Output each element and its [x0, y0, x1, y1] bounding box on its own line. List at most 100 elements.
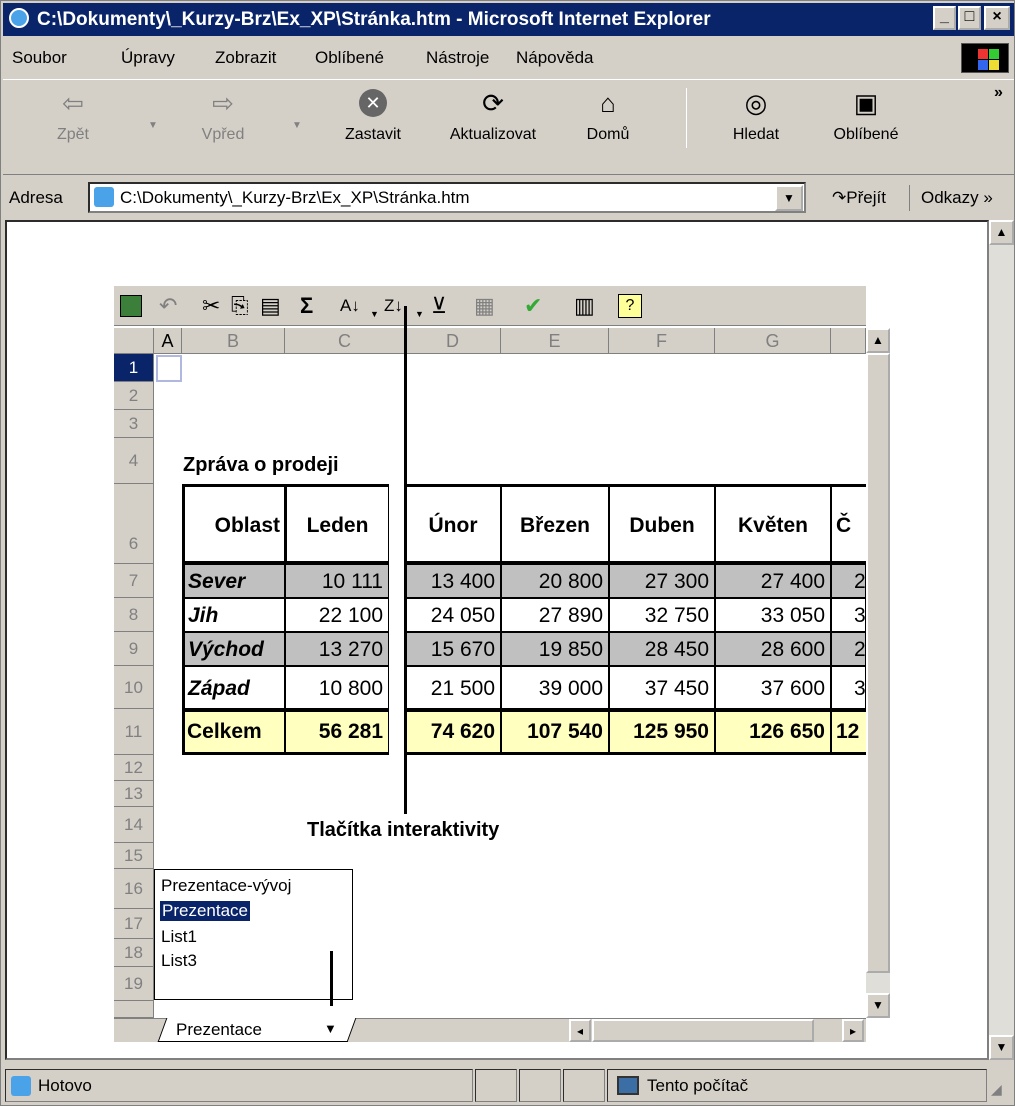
- column-header-h[interactable]: [831, 328, 866, 354]
- undo-icon[interactable]: ↶: [159, 292, 177, 320]
- total-duben: 125 950: [609, 709, 715, 755]
- active-cell-a1[interactable]: [156, 355, 182, 382]
- row-header-20[interactable]: [114, 1001, 154, 1018]
- sheet-tab-dropdown-icon[interactable]: ▼: [324, 1021, 337, 1036]
- row-header-18[interactable]: 18: [114, 939, 154, 967]
- back-button[interactable]: ⇦ Zpět: [43, 88, 103, 144]
- stop-button[interactable]: ✕ Zastavit: [328, 88, 418, 144]
- sheet-scrollbar[interactable]: ▲ ▼: [866, 328, 890, 1018]
- home-button[interactable]: ⌂ Domů: [573, 88, 643, 144]
- forward-button[interactable]: ⇨ Vpřed: [183, 88, 263, 144]
- hscroll-thumb[interactable]: [592, 1019, 814, 1042]
- report-title: Zpráva o prodeji: [183, 454, 339, 476]
- maximize-button[interactable]: □: [958, 6, 981, 30]
- row-header-8[interactable]: 8: [114, 598, 154, 632]
- header-unor: Únor: [405, 484, 501, 564]
- row-header-15[interactable]: 15: [114, 843, 154, 869]
- copy-icon[interactable]: ⎘: [231, 292, 249, 320]
- go-label: Přejít: [846, 188, 886, 207]
- page-scrollbar[interactable]: ▲ ▼: [989, 220, 1014, 1060]
- refresh-data-icon[interactable]: ▦: [474, 292, 495, 320]
- cut-icon[interactable]: ✂: [202, 292, 220, 320]
- row-header-13[interactable]: 13: [114, 781, 154, 807]
- row-header-14[interactable]: 14: [114, 807, 154, 843]
- back-dropdown-icon[interactable]: ▼: [148, 120, 158, 131]
- scroll-down-icon[interactable]: ▼: [989, 1035, 1014, 1060]
- row-header-16[interactable]: 16: [114, 869, 154, 909]
- home-icon: ⌂: [600, 87, 616, 118]
- active-sheet-tab-label: Prezentace: [176, 1020, 262, 1039]
- status-panel-3: [563, 1069, 605, 1102]
- autofilter-icon[interactable]: ⊻: [431, 292, 447, 320]
- sort-descending-icon[interactable]: Z↓: [384, 292, 403, 320]
- address-dropdown-icon[interactable]: ▼: [775, 185, 803, 211]
- favorites-button[interactable]: ▣ Oblíbené: [816, 88, 916, 144]
- cell-sever-unor: 13 400: [405, 564, 501, 598]
- cell-jih-brezen: 27 890: [501, 598, 609, 632]
- menu-napoveda[interactable]: Nápověda: [516, 41, 594, 75]
- column-header-c[interactable]: C: [285, 328, 405, 354]
- cell-zapad-brezen: 39 000: [501, 666, 609, 709]
- column-header-g[interactable]: G: [715, 328, 831, 354]
- row-header-17[interactable]: 17: [114, 909, 154, 939]
- sheet-scroll-thumb[interactable]: [866, 353, 890, 973]
- sheet-option-list1[interactable]: List1: [161, 927, 197, 947]
- row-header-4[interactable]: 4: [114, 438, 154, 484]
- address-input[interactable]: C:\Dokumenty\_Kurzy-Brz\Ex_XP\Stránka.ht…: [88, 182, 806, 213]
- menu-zobrazit[interactable]: Zobrazit: [215, 41, 276, 75]
- cell-vychod-unor: 15 670: [405, 632, 501, 666]
- header-leden: Leden: [285, 484, 389, 564]
- row-header-1[interactable]: 1: [114, 354, 154, 382]
- row-header-9[interactable]: 9: [114, 632, 154, 666]
- sheet-option-list3[interactable]: List3: [161, 951, 197, 971]
- autosum-icon[interactable]: Σ: [300, 292, 313, 320]
- select-all-corner[interactable]: [114, 328, 154, 354]
- row-header-12[interactable]: 12: [114, 755, 154, 781]
- sort-desc-dropdown-icon[interactable]: ▼: [415, 300, 424, 328]
- column-header-f[interactable]: F: [609, 328, 715, 354]
- row-header-3[interactable]: 3: [114, 410, 154, 438]
- go-button[interactable]: ↷Přejít: [832, 179, 886, 217]
- sheet-option-prezentace-vyvoj[interactable]: Prezentace-vývoj: [161, 876, 291, 896]
- row-header-7[interactable]: 7: [114, 564, 154, 598]
- resize-grip-icon[interactable]: ◢: [991, 1081, 1002, 1098]
- row-header-11[interactable]: 11: [114, 709, 154, 755]
- hscroll-right-icon[interactable]: ▸: [842, 1019, 864, 1042]
- menu-bar: Soubor Úpravy Zobrazit Oblíbené Nástroje…: [3, 41, 1014, 75]
- hscroll-left-icon[interactable]: ◂: [569, 1019, 591, 1042]
- sheet-scroll-down-icon[interactable]: ▼: [866, 993, 890, 1018]
- search-globe-icon: ◎: [744, 87, 768, 118]
- sort-asc-dropdown-icon[interactable]: ▼: [370, 300, 379, 328]
- help-icon[interactable]: ?: [618, 294, 642, 318]
- office-logo-icon[interactable]: [120, 295, 142, 317]
- cell-jih-duben: 32 750: [609, 598, 715, 632]
- field-list-icon[interactable]: ✔: [524, 292, 542, 320]
- toolbar-overflow-chevron[interactable]: »: [994, 84, 1003, 102]
- column-header-e[interactable]: E: [501, 328, 609, 354]
- row-header-6[interactable]: 6: [114, 484, 154, 564]
- export-to-excel-icon[interactable]: ▥: [574, 292, 595, 320]
- close-button[interactable]: ×: [984, 6, 1010, 30]
- sheet-option-prezentace[interactable]: Prezentace: [160, 901, 250, 921]
- links-button[interactable]: Odkazy »: [921, 179, 993, 217]
- search-button[interactable]: ◎ Hledat: [716, 88, 796, 144]
- menu-upravy[interactable]: Úpravy: [121, 41, 175, 75]
- scroll-up-icon[interactable]: ▲: [989, 220, 1014, 245]
- forward-dropdown-icon[interactable]: ▼: [292, 120, 302, 131]
- row-header-19[interactable]: 19: [114, 967, 154, 1001]
- column-header-b[interactable]: B: [182, 328, 285, 354]
- minimize-button[interactable]: _: [933, 6, 956, 30]
- column-header-d[interactable]: D: [405, 328, 501, 354]
- menu-soubor[interactable]: Soubor: [12, 41, 67, 75]
- column-header-a[interactable]: A: [154, 328, 182, 354]
- row-header-2[interactable]: 2: [114, 382, 154, 410]
- stop-label: Zastavit: [344, 126, 401, 143]
- sort-ascending-icon[interactable]: A↓: [340, 292, 360, 320]
- row-header-10[interactable]: 10: [114, 666, 154, 709]
- total-kveten: 126 650: [715, 709, 831, 755]
- menu-oblibene[interactable]: Oblíbené: [315, 41, 384, 75]
- refresh-button[interactable]: ⟳ Aktualizovat: [433, 88, 553, 144]
- menu-nastroje[interactable]: Nástroje: [426, 41, 489, 75]
- sheet-scroll-up-icon[interactable]: ▲: [866, 328, 890, 353]
- paste-icon[interactable]: ▤: [260, 292, 281, 320]
